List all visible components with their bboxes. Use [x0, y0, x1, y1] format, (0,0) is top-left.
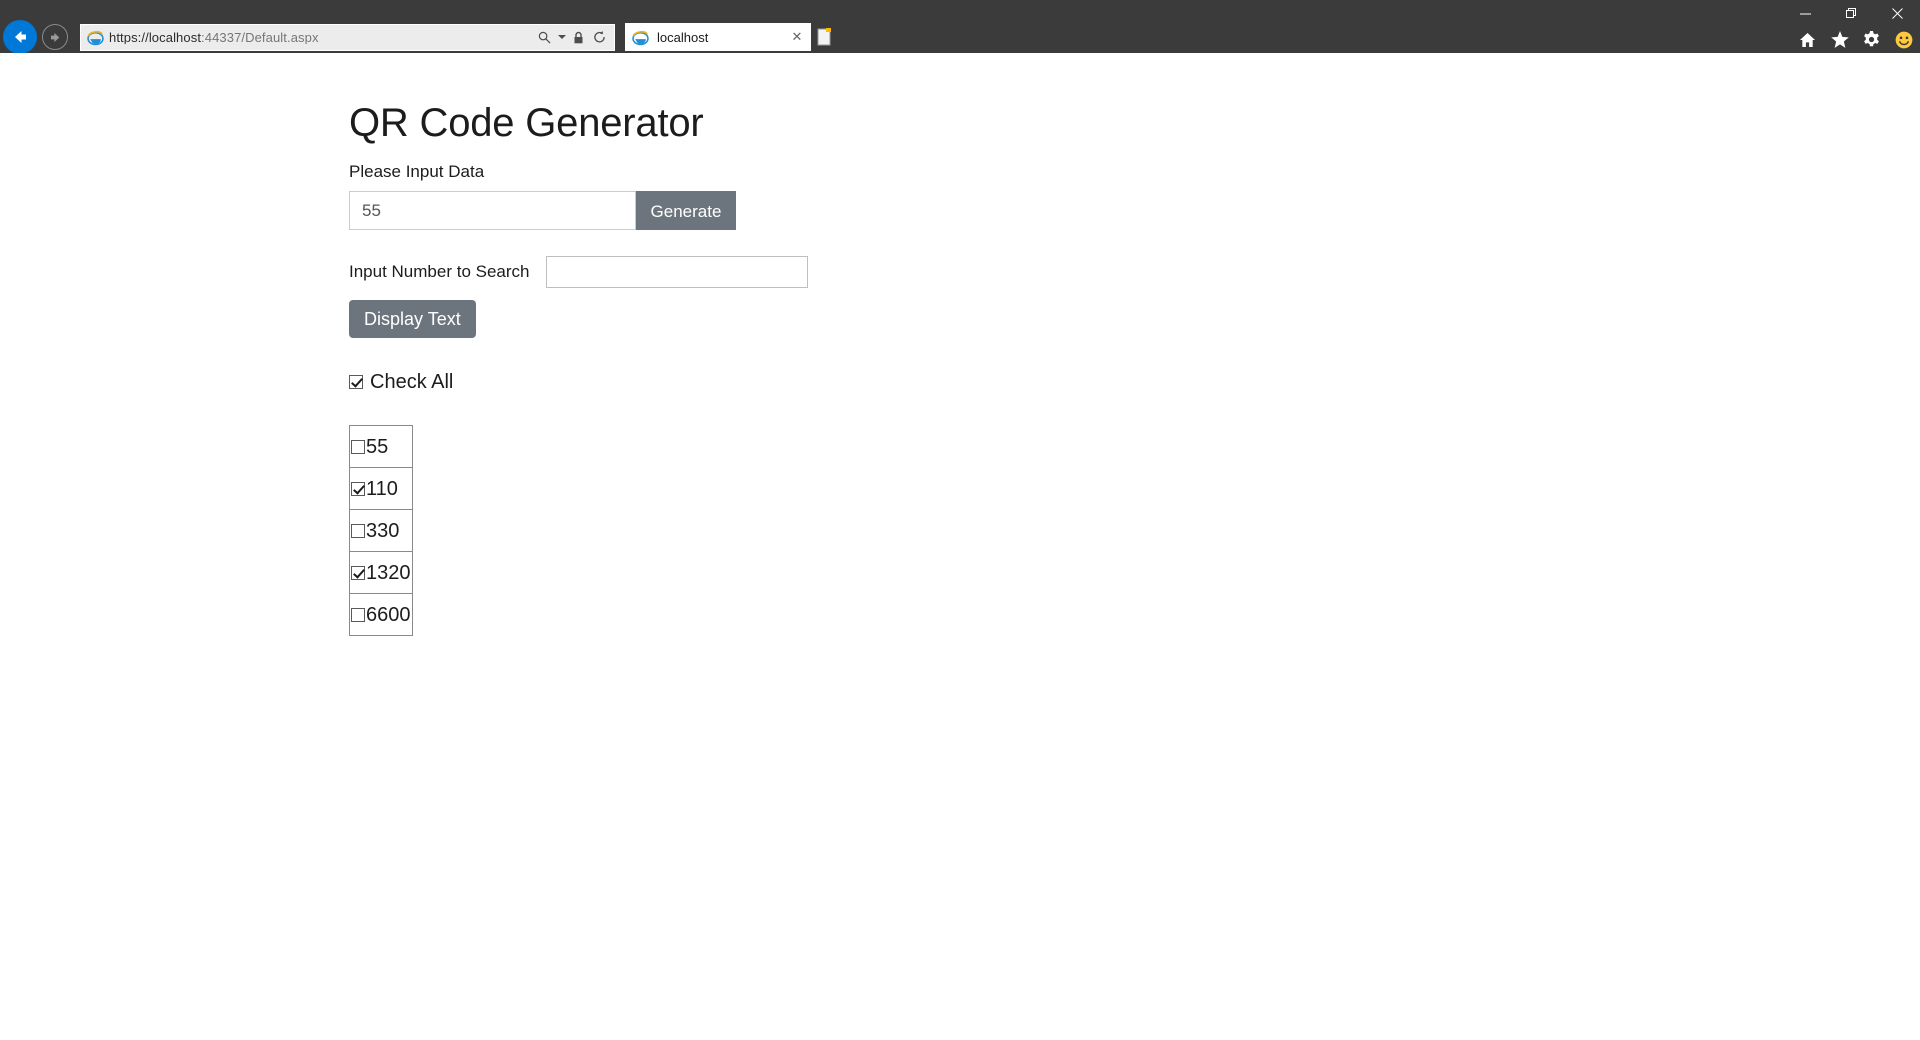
input-data-group: Generate — [349, 191, 736, 231]
forward-button[interactable] — [42, 24, 68, 50]
list-item[interactable]: 110 — [349, 467, 413, 511]
settings-gear-icon[interactable] — [1861, 29, 1882, 50]
check-all-checkbox[interactable] — [349, 375, 363, 390]
new-tab-icon — [817, 28, 831, 46]
page-title: QR Code Generator — [349, 101, 704, 145]
item-label: 55 — [366, 435, 389, 458]
tab-title: localhost — [657, 29, 709, 45]
search-icon[interactable] — [536, 28, 553, 47]
list-item[interactable]: 6600 — [349, 593, 413, 637]
item-checkbox[interactable] — [351, 607, 365, 622]
page-viewport: QR Code Generator Please Input Data Gene… — [0, 53, 1920, 1040]
address-bar[interactable]: https://localhost:44337/Default.aspx — [80, 23, 615, 51]
forward-arrow-icon — [50, 32, 59, 42]
item-checkbox[interactable] — [351, 439, 365, 454]
checkbox-item-3[interactable]: 1320 — [351, 562, 411, 584]
internet-explorer-icon — [632, 30, 649, 45]
url-path: :44337/Default.aspx — [201, 30, 319, 44]
favorites-star-icon[interactable] — [1829, 29, 1850, 50]
input-data-label: Please Input Data — [349, 162, 485, 181]
checkbox-item-0[interactable]: 55 — [351, 436, 411, 458]
search-label: Input Number to Search — [349, 262, 530, 282]
list-item[interactable]: 1320 — [349, 551, 413, 595]
page-content: QR Code Generator Please Input Data Gene… — [349, 101, 1349, 637]
browser-tab[interactable]: localhost ✕ — [625, 23, 811, 51]
item-label: 1320 — [366, 561, 411, 584]
generate-button[interactable]: Generate — [636, 191, 736, 231]
home-icon[interactable] — [1797, 29, 1818, 50]
url-host: https://localhost — [109, 30, 202, 44]
check-all-row[interactable]: Check All — [349, 371, 1349, 393]
list-item[interactable]: 55 — [349, 425, 413, 469]
item-checkbox[interactable] — [351, 523, 365, 538]
item-label: 6600 — [366, 603, 411, 626]
close-icon — [1891, 7, 1903, 19]
checkbox-item-4[interactable]: 6600 — [351, 604, 411, 626]
checkbox-item-2[interactable]: 330 — [351, 520, 411, 542]
back-arrow-icon — [15, 31, 26, 43]
restore-icon — [1845, 7, 1856, 18]
navigation-row: https://localhost:44337/Default.aspx loc… — [0, 20, 1920, 54]
refresh-icon[interactable] — [591, 28, 608, 47]
new-tab-button[interactable] — [812, 23, 838, 51]
item-checkbox[interactable] — [351, 565, 365, 580]
chevron-down-icon[interactable] — [557, 28, 566, 47]
list-item[interactable]: 330 — [349, 509, 413, 553]
minimize-icon — [1799, 13, 1811, 14]
smiley-feedback-icon[interactable] — [1893, 29, 1914, 50]
checkbox-list-body: 55 110 330 1320 6600 — [349, 425, 413, 637]
tab-close-button[interactable]: ✕ — [788, 28, 806, 46]
checkbox-item-1[interactable]: 110 — [351, 478, 411, 500]
browser-chrome: https://localhost:44337/Default.aspx loc… — [0, 0, 1920, 54]
input-data-field[interactable] — [349, 191, 636, 231]
item-label: 330 — [366, 519, 400, 542]
checkbox-list: 55 110 330 1320 6600 — [349, 425, 413, 637]
item-label: 110 — [366, 477, 398, 500]
search-input[interactable] — [546, 256, 809, 289]
address-bar-icons — [536, 28, 610, 47]
item-checkbox[interactable] — [351, 481, 365, 496]
display-text-button[interactable]: Display Text — [349, 300, 476, 339]
lock-icon[interactable] — [570, 28, 587, 47]
check-all-label: Check All — [370, 371, 454, 394]
back-button[interactable] — [3, 20, 37, 54]
internet-explorer-icon — [87, 30, 104, 45]
search-row: Input Number to Search — [349, 256, 1349, 289]
browser-toolbar — [1797, 26, 1914, 53]
address-url: https://localhost:44337/Default.aspx — [109, 31, 536, 44]
